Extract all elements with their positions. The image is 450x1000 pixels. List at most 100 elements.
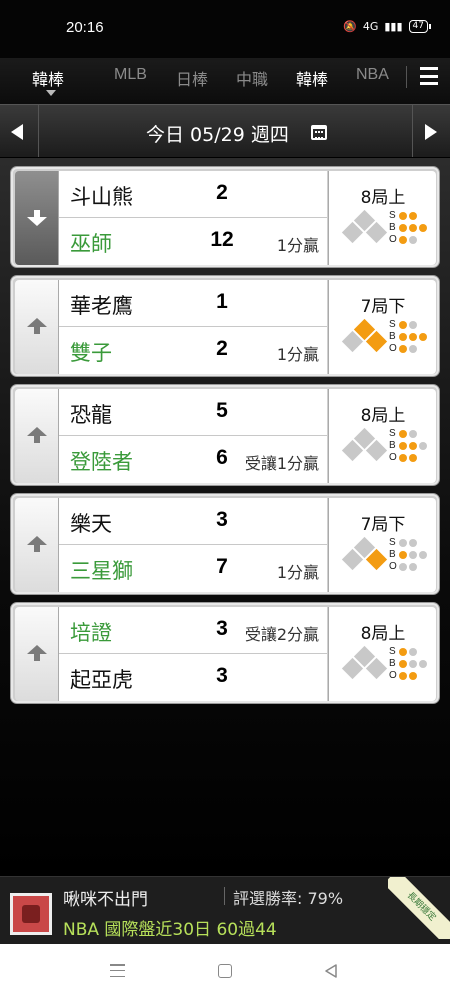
home-score: 2 <box>216 337 228 360</box>
game-status: 8局上 S B O <box>328 389 436 483</box>
count-dot <box>409 321 417 329</box>
count-dot <box>399 345 407 353</box>
recent-apps-icon[interactable] <box>110 964 125 977</box>
home-icon[interactable] <box>218 964 232 978</box>
pin-arrow-icon <box>27 318 47 338</box>
tab-korea-baseball[interactable]: 韓棒 <box>296 66 328 90</box>
home-team-name: 巫師 <box>70 232 112 256</box>
away-team-row: 恐龍 5 <box>59 389 327 436</box>
tipster-banner[interactable]: 啾咪不出門 評選勝率: 79% NBA 國際盤近30日 60過44 長期穩定 <box>0 876 450 944</box>
teams-panel: 樂天 3 三星獅 7 1分贏 <box>59 498 327 592</box>
count-dot <box>409 672 417 680</box>
ball-strike-out-count: S B O <box>389 428 429 464</box>
count-row-s: S <box>389 537 429 549</box>
tab-japan-baseball[interactable]: 日棒 <box>176 66 208 90</box>
back-icon[interactable] <box>324 964 338 978</box>
next-date-arrow-icon[interactable] <box>425 124 437 140</box>
away-team-row: 培證 3 受讓2分贏 <box>59 607 327 654</box>
home-team-row: 起亞虎 3 <box>59 654 327 701</box>
favorite-toggle[interactable] <box>15 389 59 483</box>
calendar-icon[interactable] <box>311 125 327 140</box>
tab-korea-baseball-current[interactable]: 韓棒 <box>32 66 64 90</box>
count-row-s: S <box>389 210 429 222</box>
count-row-o: O <box>389 561 429 573</box>
date-label[interactable]: 今日 05/29 週四 <box>146 120 289 147</box>
bases-diamond <box>339 318 389 356</box>
count-dot <box>399 563 407 571</box>
away-score: 5 <box>216 399 228 422</box>
count-dot <box>419 333 427 341</box>
prev-date-arrow-icon[interactable] <box>11 124 23 140</box>
count-row-o: O <box>389 234 429 246</box>
game-status: 7局下 S B O <box>328 280 436 374</box>
system-nav-bar <box>0 944 450 1000</box>
ball-strike-out-count: S B O <box>389 646 429 682</box>
count-dot <box>409 442 417 450</box>
count-dot <box>409 224 417 232</box>
count-dot <box>419 442 427 450</box>
favorite-toggle[interactable] <box>15 280 59 374</box>
game-card[interactable]: 華老鷹 1 雙子 2 1分贏 7局下 S B O <box>10 275 440 377</box>
away-score: 1 <box>216 290 228 313</box>
tipster-record: NBA 國際盤近30日 60過44 <box>63 920 277 940</box>
count-label: S <box>389 537 396 548</box>
game-card[interactable]: 培證 3 受讓2分贏 起亞虎 3 8局上 S B O <box>10 602 440 704</box>
count-dot <box>399 333 407 341</box>
ball-strike-out-count: S B O <box>389 537 429 573</box>
favorite-toggle[interactable] <box>15 498 59 592</box>
status-time: 20:16 <box>66 19 104 36</box>
pin-arrow-icon <box>27 645 47 665</box>
home-score: 12 <box>210 228 234 251</box>
pinned-arrow-icon <box>27 209 47 229</box>
tab-cpbl[interactable]: 中職 <box>236 66 268 90</box>
count-label: B <box>389 549 396 560</box>
league-tabs: 韓棒 MLB 日棒 中職 韓棒 NBA <box>0 58 450 104</box>
count-dot <box>409 660 417 668</box>
count-row-s: S <box>389 428 429 440</box>
home-team-name: 三星獅 <box>70 559 133 583</box>
home-score: 7 <box>216 555 228 578</box>
inning-label: 8局上 <box>360 624 406 644</box>
count-label: O <box>389 343 397 354</box>
away-team-name: 培證 <box>70 621 112 645</box>
tipster-name: 啾咪不出門 <box>63 890 148 910</box>
network-label: 4G <box>362 20 379 33</box>
count-row-s: S <box>389 319 429 331</box>
game-card[interactable]: 樂天 3 三星獅 7 1分贏 7局下 S B O <box>10 493 440 595</box>
inning-label: 7局下 <box>360 297 406 317</box>
game-status: 8局上 S B O <box>328 607 436 701</box>
count-row-o: O <box>389 452 429 464</box>
favorite-toggle[interactable] <box>15 171 59 265</box>
count-row-o: O <box>389 670 429 682</box>
stable-ribbon-badge: 長期穩定 <box>388 877 450 939</box>
count-row-s: S <box>389 646 429 658</box>
count-label: O <box>389 670 397 681</box>
game-card[interactable]: 恐龍 5 登陸者 6 受讓1分贏 8局上 S B O <box>10 384 440 486</box>
count-dot <box>409 454 417 462</box>
date-divider-right <box>412 105 413 157</box>
count-label: B <box>389 658 396 669</box>
home-team-row: 巫師 12 1分贏 <box>59 218 327 265</box>
game-card[interactable]: 斗山熊 2 巫師 12 1分贏 8局上 S B O <box>10 166 440 268</box>
count-label: O <box>389 234 397 245</box>
bases-diamond <box>339 427 389 465</box>
tab-mlb[interactable]: MLB <box>114 66 147 84</box>
teams-panel: 華老鷹 1 雙子 2 1分贏 <box>59 280 327 374</box>
ribbon-clip: 長期穩定 <box>388 877 450 939</box>
away-team-name: 恐龍 <box>70 403 112 427</box>
date-divider-left <box>38 105 39 157</box>
count-row-b: B <box>389 440 429 452</box>
favorite-toggle[interactable] <box>15 607 59 701</box>
count-dot <box>409 648 417 656</box>
count-dot <box>399 539 407 547</box>
home-team-name: 登陸者 <box>70 450 133 474</box>
battery-icon: 47 <box>408 20 432 33</box>
count-dot <box>409 563 417 571</box>
away-score: 2 <box>216 181 228 204</box>
count-label: B <box>389 222 396 233</box>
count-dot <box>399 454 407 462</box>
tab-nba[interactable]: NBA <box>356 66 389 84</box>
menu-icon[interactable] <box>420 67 438 85</box>
count-dot <box>419 551 427 559</box>
count-dot <box>409 345 417 353</box>
